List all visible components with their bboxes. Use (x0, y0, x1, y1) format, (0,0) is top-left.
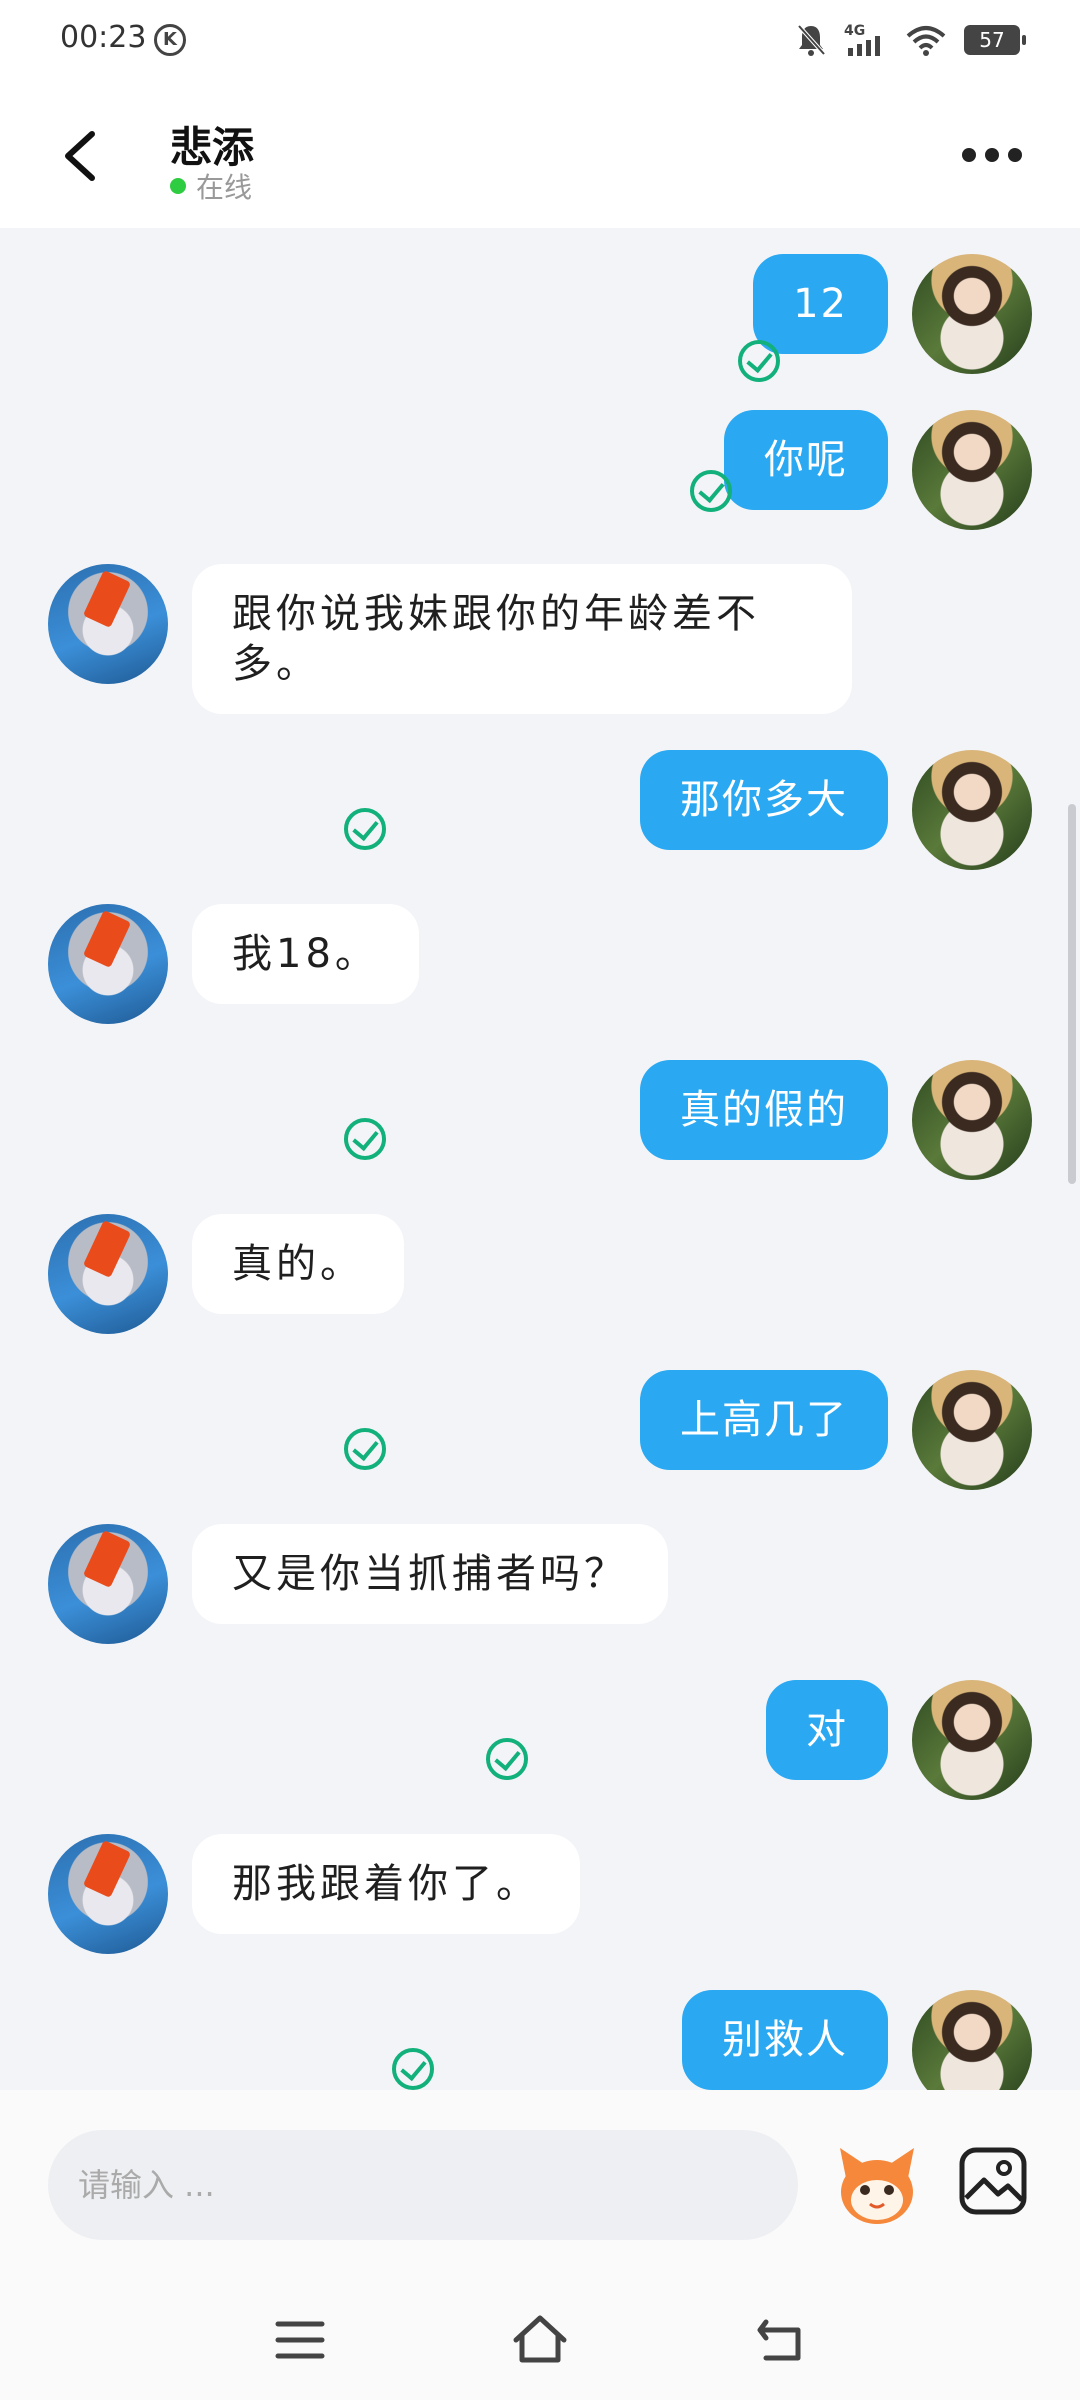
chevron-left-icon[interactable] (56, 126, 106, 186)
my-avatar[interactable] (912, 410, 1032, 530)
contact-avatar[interactable] (48, 1214, 168, 1334)
message-row: 我18。 (0, 904, 1080, 1024)
battery-icon: 57 (964, 25, 1026, 55)
check-circle-icon (738, 340, 780, 382)
status-icons: 4G 57 (796, 22, 1026, 58)
system-nav-bar (0, 2280, 1080, 2400)
presence-status: 在线 (170, 166, 252, 206)
my-message-bubble[interactable]: 那你多大 (640, 750, 888, 850)
return-icon[interactable] (752, 2310, 812, 2370)
contact-avatar[interactable] (48, 904, 168, 1024)
emoji-mascot-icon[interactable] (832, 2140, 922, 2230)
my-avatar[interactable] (912, 750, 1032, 870)
check-circle-icon (486, 1738, 528, 1780)
contact-message-bubble[interactable]: 跟你说我妹跟你的年龄差不多。 (192, 564, 852, 714)
image-icon[interactable] (958, 2146, 1028, 2216)
more-dot (1008, 148, 1022, 162)
message-row: 真的。 (0, 1214, 1080, 1334)
contact-message-bubble[interactable]: 又是你当抓捕者吗？ (192, 1524, 668, 1624)
my-avatar[interactable] (912, 1370, 1032, 1490)
my-avatar[interactable] (912, 254, 1032, 374)
message-row: 你呢 (0, 410, 1080, 530)
message-row: 真的假的 (0, 1060, 1080, 1180)
menu-icon[interactable] (270, 2310, 330, 2370)
contact-message-bubble[interactable]: 我18。 (192, 904, 419, 1004)
k-badge-icon: K (154, 24, 186, 56)
my-avatar[interactable] (912, 1680, 1032, 1800)
my-message-bubble[interactable]: 别救人 (682, 1990, 888, 2090)
wifi-icon (906, 26, 946, 56)
check-circle-icon (344, 1428, 386, 1470)
mute-bell-icon (797, 24, 826, 56)
more-button[interactable] (962, 140, 1022, 170)
check-circle-icon (392, 2048, 434, 2090)
message-row: 那我跟着你了。 (0, 1834, 1080, 1954)
message-row: 上高几了 (0, 1370, 1080, 1490)
my-message-bubble[interactable]: 真的假的 (640, 1060, 888, 1160)
my-message-bubble[interactable]: 你呢 (724, 410, 888, 510)
my-message-bubble[interactable]: 对 (766, 1680, 888, 1780)
more-dot (985, 148, 999, 162)
presence-text: 在线 (196, 171, 253, 204)
contact-message-bubble[interactable]: 那我跟着你了。 (192, 1834, 580, 1934)
signal-4g-icon: 4G (844, 23, 880, 56)
message-row: 别救人 (0, 1990, 1080, 2090)
message-input[interactable] (48, 2130, 798, 2240)
home-icon[interactable] (510, 2310, 570, 2370)
message-row: 又是你当抓捕者吗？ (0, 1524, 1080, 1644)
scrollbar[interactable] (1068, 804, 1076, 1184)
chat-header: 悲添 在线 (0, 80, 1080, 228)
my-message-bubble[interactable]: 上高几了 (640, 1370, 888, 1470)
status-time: 00:23 (60, 20, 147, 55)
message-list[interactable]: 12 你呢 跟你说我妹跟你的年龄差不多。 那你多大 我18。 真的假的 真的。 … (0, 228, 1080, 2090)
message-row: 那你多大 (0, 750, 1080, 870)
check-circle-icon (344, 808, 386, 850)
contact-avatar[interactable] (48, 564, 168, 684)
contact-message-bubble[interactable]: 真的。 (192, 1214, 404, 1314)
more-dot (962, 148, 976, 162)
message-row: 跟你说我妹跟你的年龄差不多。 (0, 564, 1080, 714)
message-row: 12 (0, 254, 1080, 382)
contact-avatar[interactable] (48, 1524, 168, 1644)
status-bar: 00:23 K 4G 57 (0, 0, 1080, 80)
check-circle-icon (690, 470, 732, 512)
message-row: 对 (0, 1680, 1080, 1800)
my-message-bubble[interactable]: 12 (753, 254, 888, 354)
check-circle-icon (344, 1118, 386, 1160)
my-avatar[interactable] (912, 1990, 1032, 2090)
my-avatar[interactable] (912, 1060, 1032, 1180)
online-dot-icon (170, 178, 186, 194)
network-label: 4G (844, 23, 865, 39)
contact-avatar[interactable] (48, 1834, 168, 1954)
